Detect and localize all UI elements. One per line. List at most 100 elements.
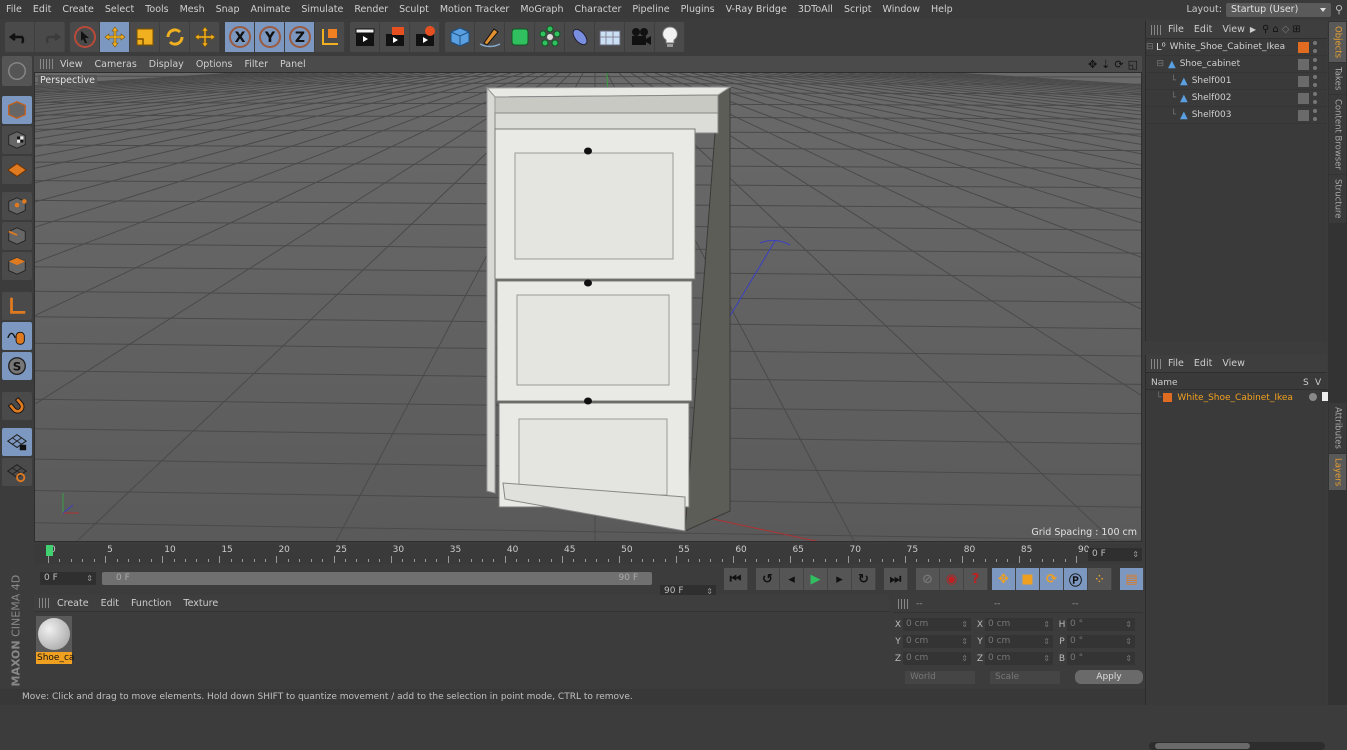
pen-spline-icon[interactable] xyxy=(475,21,505,52)
3d-viewport[interactable]: Perspective Grid Spacing : 100 cm xyxy=(34,72,1142,542)
start-frame-field[interactable]: 0 F xyxy=(40,572,96,585)
menu-simulate[interactable]: Simulate xyxy=(295,4,348,15)
home-icon[interactable]: ⌂ xyxy=(1272,24,1278,35)
coordinate-system-icon[interactable] xyxy=(315,21,345,52)
material-menu-edit[interactable]: Edit xyxy=(95,598,125,609)
play-icon[interactable]: ▶ xyxy=(804,568,828,590)
move-icon[interactable] xyxy=(100,21,130,52)
tree-connector[interactable]: ⊟ xyxy=(1146,42,1154,52)
solo-icon[interactable]: S xyxy=(2,352,32,380)
previous-key-icon[interactable]: ↺ xyxy=(756,568,780,590)
layout-dropdown[interactable]: Startup (User) xyxy=(1225,2,1331,17)
lock-workplane-icon[interactable] xyxy=(2,428,32,456)
go-to-start-icon[interactable]: ⏮ xyxy=(724,568,748,590)
menu-character[interactable]: Character xyxy=(568,4,626,15)
size-field[interactable]: 0 cm xyxy=(985,652,1053,665)
rotate-view-icon[interactable]: ⟳ xyxy=(1114,58,1123,71)
rotation-field[interactable]: 0 ° xyxy=(1067,618,1135,631)
dolly-view-icon[interactable]: ⇣ xyxy=(1101,58,1110,71)
pan-view-icon[interactable]: ✥ xyxy=(1088,58,1097,71)
viewport-menu-panel[interactable]: Panel xyxy=(274,59,312,70)
x-axis-icon[interactable]: X xyxy=(225,21,255,52)
menu-plugins[interactable]: Plugins xyxy=(675,4,720,15)
menu-select[interactable]: Select xyxy=(99,4,139,15)
maximize-view-icon[interactable]: ◱ xyxy=(1128,58,1138,71)
display-tag-icon[interactable] xyxy=(1298,110,1309,121)
undo-icon[interactable] xyxy=(5,21,35,52)
object-row[interactable]: ⊟ ▲ Shoe_cabinet xyxy=(1146,56,1327,73)
snap-icon[interactable] xyxy=(2,392,32,420)
display-tag-icon[interactable] xyxy=(1298,59,1309,70)
deformer-icon[interactable] xyxy=(565,21,595,52)
playhead[interactable] xyxy=(46,545,53,556)
name-column-header[interactable]: Name xyxy=(1146,378,1303,388)
display-tag-icon[interactable] xyxy=(1298,76,1309,87)
position-field[interactable]: 0 cm xyxy=(903,652,971,665)
menu-motion-tracker[interactable]: Motion Tracker xyxy=(434,4,515,15)
light-icon[interactable] xyxy=(655,21,685,52)
objects-menu-view[interactable]: View xyxy=(1217,24,1250,35)
side-tab-content-browser[interactable]: Content Browser xyxy=(1329,95,1346,175)
polygons-mode-icon[interactable] xyxy=(2,252,32,280)
visible-column-header[interactable]: V xyxy=(1315,378,1321,388)
visibility-dots[interactable] xyxy=(1313,41,1317,53)
layer-color-swatch[interactable] xyxy=(1163,393,1173,402)
size-field[interactable]: 0 cm xyxy=(985,635,1053,648)
key-parameter-icon[interactable]: Ⓟ xyxy=(1064,568,1088,590)
side-tab-attributes[interactable]: Attributes xyxy=(1329,402,1346,453)
visibility-dots[interactable] xyxy=(1313,109,1317,121)
cloner-icon[interactable] xyxy=(535,21,565,52)
scale-icon[interactable] xyxy=(130,21,160,52)
tweak-mode-icon[interactable] xyxy=(2,322,32,350)
side-tab-takes[interactable]: Takes xyxy=(1329,63,1346,95)
material-menu-texture[interactable]: Texture xyxy=(177,598,224,609)
next-key-icon[interactable]: ↻ xyxy=(852,568,876,590)
autokey-icon[interactable]: ◉ xyxy=(940,568,964,590)
visibility-dots[interactable] xyxy=(1313,58,1317,70)
object-row[interactable]: ⊟ L⁰ White_Shoe_Cabinet_Ikea xyxy=(1146,39,1327,56)
apply-button[interactable]: Apply xyxy=(1075,670,1143,684)
size-field[interactable]: 0 cm xyxy=(985,618,1053,631)
menu-file[interactable]: File xyxy=(0,4,27,15)
object-row[interactable]: └ ▲ Shelf001 xyxy=(1146,73,1327,90)
keyframe-selection-icon[interactable]: ? xyxy=(964,568,988,590)
objects-menu-edit[interactable]: Edit xyxy=(1189,24,1217,35)
live-selection-icon[interactable] xyxy=(70,21,100,52)
object-row[interactable]: └ ▲ Shelf003 xyxy=(1146,107,1327,124)
go-to-end-icon[interactable]: ⏭ xyxy=(884,568,908,590)
frame-range-slider[interactable]: 0 F 90 F xyxy=(102,572,652,585)
rotation-field[interactable]: 0 ° xyxy=(1067,652,1135,665)
edges-mode-icon[interactable] xyxy=(2,222,32,250)
material-menu-function[interactable]: Function xyxy=(125,598,177,609)
subdivision-icon[interactable] xyxy=(505,21,535,52)
key-pla-icon[interactable]: ⁘ xyxy=(1088,568,1112,590)
render-view-icon[interactable] xyxy=(350,21,380,52)
coordinate-mode-dropdown[interactable]: World xyxy=(905,670,975,684)
menu-create[interactable]: Create xyxy=(56,4,99,15)
search-icon[interactable]: ⚲ xyxy=(1335,3,1343,16)
layer-color-tag[interactable] xyxy=(1298,42,1309,53)
solo-column-header[interactable]: S xyxy=(1303,378,1315,388)
y-axis-icon[interactable]: Y xyxy=(255,21,285,52)
menu-v-ray-bridge[interactable]: V-Ray Bridge xyxy=(720,4,792,15)
menu-script[interactable]: Script xyxy=(838,4,877,15)
menu-sculpt[interactable]: Sculpt xyxy=(393,4,434,15)
z-axis-icon[interactable]: Z xyxy=(285,21,315,52)
render-settings-icon[interactable] xyxy=(410,21,440,52)
key-position-icon[interactable]: ✥ xyxy=(992,568,1016,590)
viewport-menu-options[interactable]: Options xyxy=(190,59,239,70)
layer-manager-scrollbar[interactable] xyxy=(1149,742,1325,750)
menu-render[interactable]: Render xyxy=(348,4,393,15)
side-tab-objects[interactable]: Objects xyxy=(1329,22,1346,63)
visibility-dots[interactable] xyxy=(1313,92,1317,104)
material-menu-create[interactable]: Create xyxy=(51,598,95,609)
rotate-icon[interactable] xyxy=(160,21,190,52)
workplane-icon[interactable] xyxy=(2,156,32,184)
menu-window[interactable]: Window xyxy=(877,4,925,15)
recent-tool-icon[interactable] xyxy=(190,21,220,52)
transform-mode-dropdown[interactable]: Scale xyxy=(990,670,1060,684)
layer-solo-toggle[interactable] xyxy=(1309,393,1317,401)
visibility-dots[interactable] xyxy=(1313,75,1317,87)
render-picture-viewer-icon[interactable] xyxy=(380,21,410,52)
side-tab-layers[interactable]: Layers xyxy=(1329,453,1346,491)
